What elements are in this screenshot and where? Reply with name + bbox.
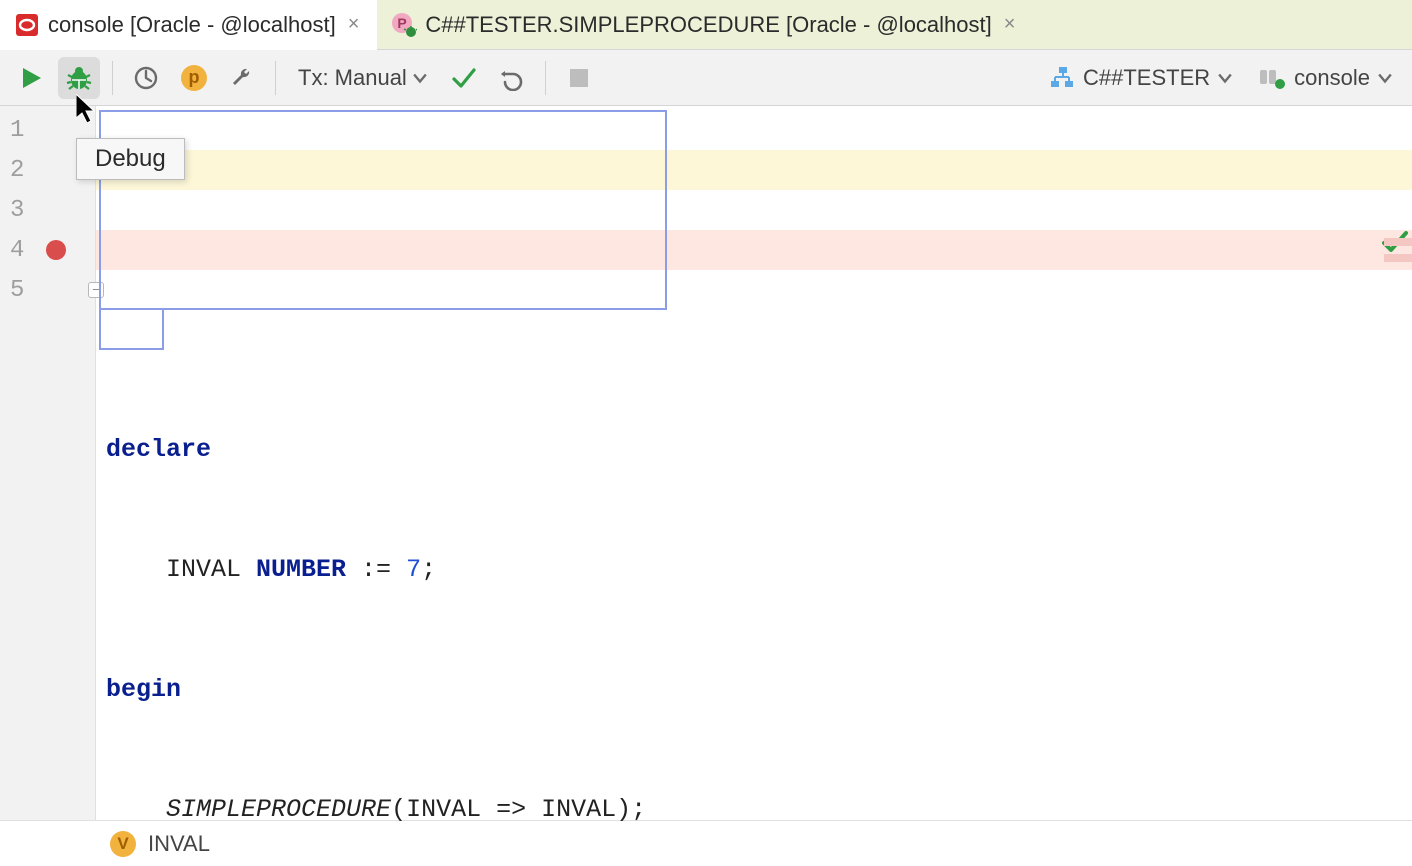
tab-console[interactable]: console [Oracle - @localhost] × [0, 0, 377, 49]
code-line[interactable]: begin [106, 670, 1412, 710]
procedure-debug-icon: P [391, 12, 417, 38]
line-number: 1 [10, 117, 24, 144]
mouse-cursor [76, 94, 98, 129]
gutter[interactable]: 1 2 3 4 5 [0, 106, 96, 820]
tx-label: Tx: Manual [298, 65, 407, 91]
stop-button[interactable] [558, 57, 600, 99]
tab-bar: console [Oracle - @localhost] × P C##TES… [0, 0, 1412, 50]
chevron-down-icon [1378, 71, 1392, 85]
line-number: 4 [10, 237, 24, 264]
code-line[interactable]: SIMPLEPROCEDURE(INVAL => INVAL); [106, 790, 1412, 830]
session-label: console [1294, 65, 1370, 91]
editor[interactable]: 1 2 3 4 5 declare INVAL NUMBER := 7; beg… [0, 106, 1412, 820]
line-highlight [96, 150, 1412, 190]
schema-selector[interactable]: C##TESTER [1039, 57, 1242, 99]
gutter-line[interactable]: 4 [0, 230, 95, 270]
code-line[interactable]: INVAL NUMBER := 7; [106, 550, 1412, 590]
toolbar-separator [275, 61, 276, 95]
toolbar: p Tx: Manual C##TESTER [0, 50, 1412, 106]
error-stripe[interactable] [1384, 238, 1412, 246]
tooltip-text: Debug [95, 145, 166, 172]
tooltip: Debug [76, 138, 185, 180]
debug-button[interactable] [58, 57, 100, 99]
history-button[interactable] [125, 57, 167, 99]
tx-mode-dropdown[interactable]: Tx: Manual [288, 57, 437, 99]
gutter-line[interactable]: 3 [0, 190, 95, 230]
p-icon: p [181, 65, 207, 91]
close-icon[interactable]: × [344, 13, 364, 36]
chevron-down-icon [1218, 71, 1232, 85]
wrench-button[interactable] [221, 57, 263, 99]
toolbar-separator [112, 61, 113, 95]
error-stripe[interactable] [1384, 254, 1412, 262]
datasource-icon [1258, 66, 1286, 90]
rollback-button[interactable] [491, 57, 533, 99]
breakpoint-icon[interactable] [46, 240, 66, 260]
tab-label: C##TESTER.SIMPLEPROCEDURE [Oracle - @loc… [425, 12, 991, 38]
p-button[interactable]: p [173, 57, 215, 99]
chevron-down-icon [413, 71, 427, 85]
line-number: 5 [10, 277, 24, 304]
line-number: 2 [10, 157, 24, 184]
gutter-line[interactable]: 5 [0, 270, 95, 310]
line-number: 3 [10, 197, 24, 224]
tab-label: console [Oracle - @localhost] [48, 12, 336, 38]
toolbar-separator [545, 61, 546, 95]
code-line[interactable]: declare [106, 430, 1412, 470]
svg-text:P: P [398, 15, 407, 31]
session-selector[interactable]: console [1248, 57, 1402, 99]
commit-button[interactable] [443, 57, 485, 99]
tab-procedure[interactable]: P C##TESTER.SIMPLEPROCEDURE [Oracle - @l… [377, 0, 1033, 49]
selection-outline [99, 310, 164, 350]
close-icon[interactable]: × [1000, 13, 1020, 36]
oracle-icon [14, 12, 40, 38]
breakpoint-line-highlight [96, 230, 1412, 270]
schema-label: C##TESTER [1083, 65, 1210, 91]
schema-icon [1049, 65, 1075, 91]
code-area[interactable]: declare INVAL NUMBER := 7; begin SIMPLEP… [96, 106, 1412, 820]
run-button[interactable] [10, 57, 52, 99]
